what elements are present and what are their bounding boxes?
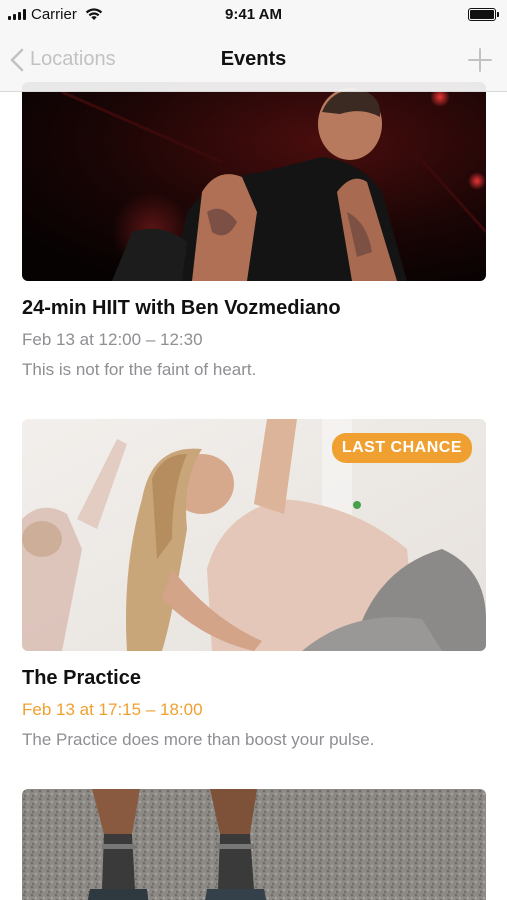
signal-icon [8,8,26,20]
status-time: 9:41 AM [225,5,282,23]
event-title[interactable]: 24-min HIIT with Ben Vozmediano [22,297,486,320]
third-photo [22,789,486,900]
event-card[interactable]: LAST CHANCE The Practice Feb 13 at 17:15… [22,419,486,750]
event-date: Feb 13 at 17:15 – 18:00 [22,700,203,719]
navigation-bar: Locations Events [0,28,507,92]
last-chance-badge: LAST CHANCE [331,433,472,463]
events-screen: Carrier 9:41 AM 24-min HIIT with Ben Voz… [0,0,507,900]
back-button[interactable]: Locations [10,48,116,72]
hiit-photo [22,82,486,281]
event-card[interactable]: 24-min HIIT with Ben Vozmediano Feb 13 a… [22,82,486,380]
carrier-label: Carrier [31,5,77,23]
status-left: Carrier [8,6,103,23]
event-title[interactable]: The Practice [22,667,486,690]
event-date: Feb 13 at 12:00 – 12:30 [22,330,203,349]
plus-icon[interactable] [467,47,493,73]
event-image-hiit[interactable] [22,82,486,281]
page-title: Events [220,48,287,70]
wifi-icon [85,8,103,20]
event-description: This is not for the faint of heart. [22,360,257,379]
chevron-left-icon [10,48,24,71]
event-image-practice[interactable]: LAST CHANCE [22,419,486,651]
status-bar: Carrier 9:41 AM [0,0,507,28]
back-label: Locations [30,48,116,70]
battery-icon [468,7,499,21]
event-image-third[interactable] [22,789,486,900]
event-card[interactable] [22,789,486,900]
event-description: The Practice does more than boost your p… [22,730,375,749]
